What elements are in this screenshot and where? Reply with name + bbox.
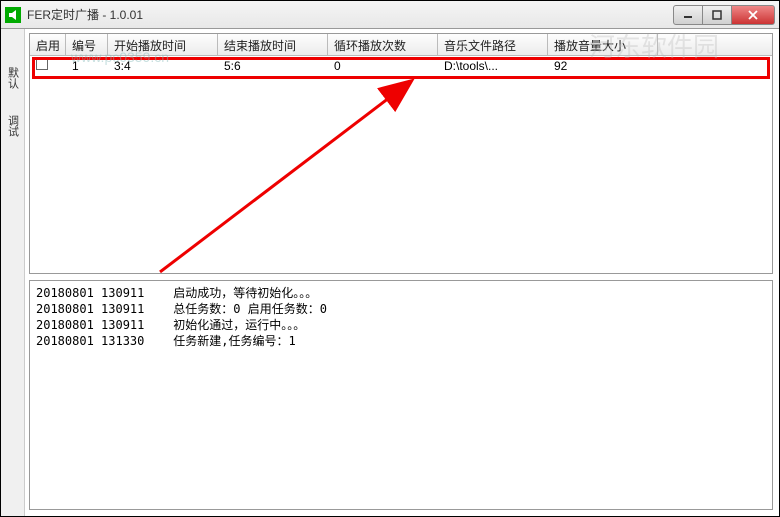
cell-path: D:\tools\... xyxy=(438,57,548,75)
log-line: 20180801 130911 初始化通过，运行中。。。 xyxy=(36,318,305,332)
close-button[interactable] xyxy=(731,5,775,25)
cell-id: 1 xyxy=(66,57,108,75)
log-line: 20180801 130911 启动成功，等待初始化。。。 xyxy=(36,286,317,300)
tab-debug[interactable]: 调试 xyxy=(3,107,23,145)
col-header-id[interactable]: 编号 xyxy=(66,34,108,55)
task-table: 启用 编号 开始播放时间 结束播放时间 循环播放次数 音乐文件路径 播放音量大小… xyxy=(29,33,773,274)
cell-volume: 92 xyxy=(548,57,658,75)
cell-end: 5:6 xyxy=(218,57,328,75)
col-header-path[interactable]: 音乐文件路径 xyxy=(438,34,548,55)
cell-start: 3:4 xyxy=(108,57,218,75)
window-title: FER定时广播 - 1.0.01 xyxy=(27,6,674,23)
log-line: 20180801 131330 任务新建,任务编号：1 xyxy=(36,334,296,348)
maximize-button[interactable] xyxy=(702,5,732,25)
left-tab-strip: 默认 调试 xyxy=(1,29,25,516)
window-controls xyxy=(674,5,775,25)
annotation-arrow xyxy=(150,72,430,274)
content-area: 默认 调试 启用 编号 开始播放时间 结束播放时间 循环播放次数 音乐文件路径 … xyxy=(1,29,779,516)
minimize-button[interactable] xyxy=(673,5,703,25)
table-header: 启用 编号 开始播放时间 结束播放时间 循环播放次数 音乐文件路径 播放音量大小 xyxy=(30,34,772,56)
title-bar: FER定时广播 - 1.0.01 xyxy=(1,1,779,29)
col-header-volume[interactable]: 播放音量大小 xyxy=(548,34,658,55)
cell-enable[interactable] xyxy=(30,56,66,75)
main-panel: 启用 编号 开始播放时间 结束播放时间 循环播放次数 音乐文件路径 播放音量大小… xyxy=(25,29,779,516)
tab-default[interactable]: 默认 xyxy=(3,59,23,97)
log-output[interactable]: 20180801 130911 启动成功，等待初始化。。。 20180801 1… xyxy=(29,280,773,510)
col-header-enable[interactable]: 启用 xyxy=(30,34,66,55)
col-header-end[interactable]: 结束播放时间 xyxy=(218,34,328,55)
col-header-start[interactable]: 开始播放时间 xyxy=(108,34,218,55)
cell-loop: 0 xyxy=(328,57,438,75)
log-line: 20180801 130911 总任务数：0 启用任务数：0 xyxy=(36,302,327,316)
enable-checkbox[interactable] xyxy=(36,58,48,70)
app-icon xyxy=(5,7,21,23)
col-header-loop[interactable]: 循环播放次数 xyxy=(328,34,438,55)
table-row[interactable]: 1 3:4 5:6 0 D:\tools\... 92 xyxy=(30,56,772,76)
